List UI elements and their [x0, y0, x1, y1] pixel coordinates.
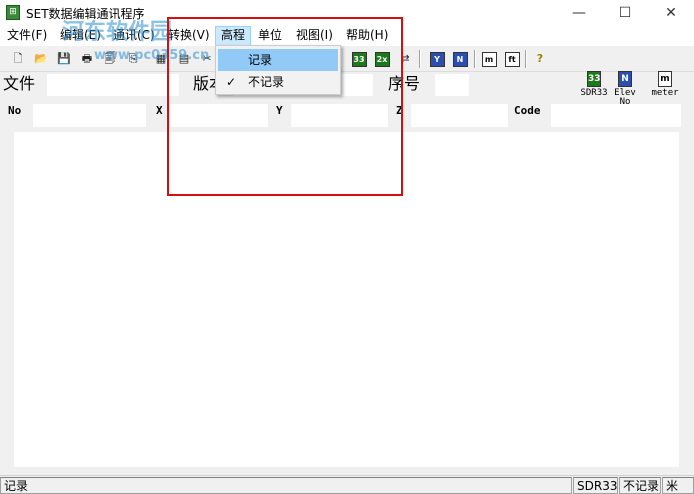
- file-label: 文件: [3, 74, 36, 93]
- column-z-field: [411, 104, 508, 127]
- menu-bar: 文件(F) 编辑(E) 通讯(C) 转换(V) 高程 单位 视图(I) 帮助(H…: [0, 26, 694, 46]
- copy-icon[interactable]: ⎘: [123, 49, 143, 69]
- help-icon[interactable]: ?: [530, 49, 550, 69]
- column-y-label: Y: [276, 104, 283, 117]
- sequence-field: [435, 74, 469, 96]
- maximize-button[interactable]: ☐: [602, 0, 648, 26]
- open-folder-icon[interactable]: 📂: [31, 49, 51, 69]
- meter-status-icon: m meter: [641, 71, 689, 98]
- menu-convert[interactable]: 转换(V): [163, 26, 215, 46]
- status-format: SDR33: [573, 477, 618, 494]
- elevation-record-label: 记录: [248, 53, 273, 67]
- elevation-no-record-item[interactable]: ✓ 不记录: [218, 71, 338, 93]
- meter-status-caption: meter: [651, 88, 679, 98]
- sdr33-chip: 33: [351, 52, 367, 67]
- print-preview-icon[interactable]: 🗐: [100, 49, 120, 69]
- send-data-icon[interactable]: ▤: [174, 49, 194, 69]
- feet-icon[interactable]: ft: [502, 49, 522, 69]
- checkmark-icon: ✓: [226, 75, 237, 89]
- column-header-row: No X Y Z Code: [0, 100, 694, 128]
- column-no-label: No: [8, 104, 22, 117]
- toolbar: 🗋 📂 💾 🖶 🗐 ⎘ ▦ ▤ ✂ 33 2x ⇄ Y N m ft ?: [0, 46, 694, 72]
- sdr-convert-icon[interactable]: ⇄: [395, 49, 415, 69]
- print-icon[interactable]: 🖶: [77, 49, 97, 69]
- data-list-area[interactable]: [14, 132, 679, 467]
- meter-chip: m: [481, 52, 497, 67]
- menu-communication[interactable]: 通讯(C): [108, 26, 160, 46]
- status-message: 记录: [0, 477, 572, 494]
- menu-edit[interactable]: 编辑(E): [55, 26, 106, 46]
- file-field: [47, 74, 179, 96]
- elevation-record-item[interactable]: 记录: [218, 49, 338, 71]
- title-bar: ⊞ SET数据编辑通讯程序 — ☐ ✕: [0, 0, 694, 26]
- sdr2x-icon[interactable]: 2x: [372, 49, 392, 69]
- elevation-no-record-label: 不记录: [248, 75, 285, 89]
- new-file-icon[interactable]: 🗋: [8, 49, 28, 69]
- window-title: SET数据编辑通讯程序: [26, 7, 145, 21]
- toolbar-separator: [419, 50, 421, 68]
- app-icon: ⊞: [6, 5, 20, 20]
- elevation-dropdown-menu: 记录 ✓ 不记录: [215, 45, 341, 95]
- feet-chip: ft: [504, 52, 520, 67]
- column-no-field: [33, 104, 146, 127]
- column-x-label: X: [156, 104, 163, 117]
- meter-icon[interactable]: m: [479, 49, 499, 69]
- cut-icon[interactable]: ✂: [197, 49, 217, 69]
- sdr33-status-glyph: 33: [587, 71, 601, 87]
- column-code-label: Code: [514, 104, 541, 117]
- elevation-no-status-glyph: N: [618, 71, 632, 87]
- menu-unit[interactable]: 单位: [253, 26, 287, 46]
- status-bar: 记录 SDR33 不记录 米: [0, 475, 694, 494]
- toolbar-separator: [525, 50, 527, 68]
- save-icon[interactable]: 💾: [54, 49, 74, 69]
- elev-yes-icon[interactable]: Y: [427, 49, 447, 69]
- menu-view[interactable]: 视图(I): [291, 26, 338, 46]
- elev-yes-chip: Y: [429, 52, 445, 67]
- elev-no-chip: N: [452, 52, 468, 67]
- column-y-field: [291, 104, 388, 127]
- column-code-field: [551, 104, 681, 127]
- receive-data-icon[interactable]: ▦: [151, 49, 171, 69]
- menu-file[interactable]: 文件(F): [2, 26, 52, 46]
- toolbar-separator: [474, 50, 476, 68]
- sequence-label: 序号: [388, 74, 421, 93]
- sdr2x-chip: 2x: [374, 52, 390, 67]
- menu-help[interactable]: 帮助(H): [341, 26, 393, 46]
- sdr33-icon[interactable]: 33: [349, 49, 369, 69]
- elev-no-icon[interactable]: N: [450, 49, 470, 69]
- menu-elevation[interactable]: 高程: [215, 26, 252, 46]
- meter-status-glyph: m: [658, 71, 672, 87]
- status-unit: 米: [662, 477, 694, 494]
- column-x-field: [170, 104, 268, 127]
- minimize-button[interactable]: —: [556, 0, 602, 26]
- close-button[interactable]: ✕: [648, 0, 694, 26]
- column-z-label: Z: [396, 104, 403, 117]
- status-elevation: 不记录: [619, 477, 661, 494]
